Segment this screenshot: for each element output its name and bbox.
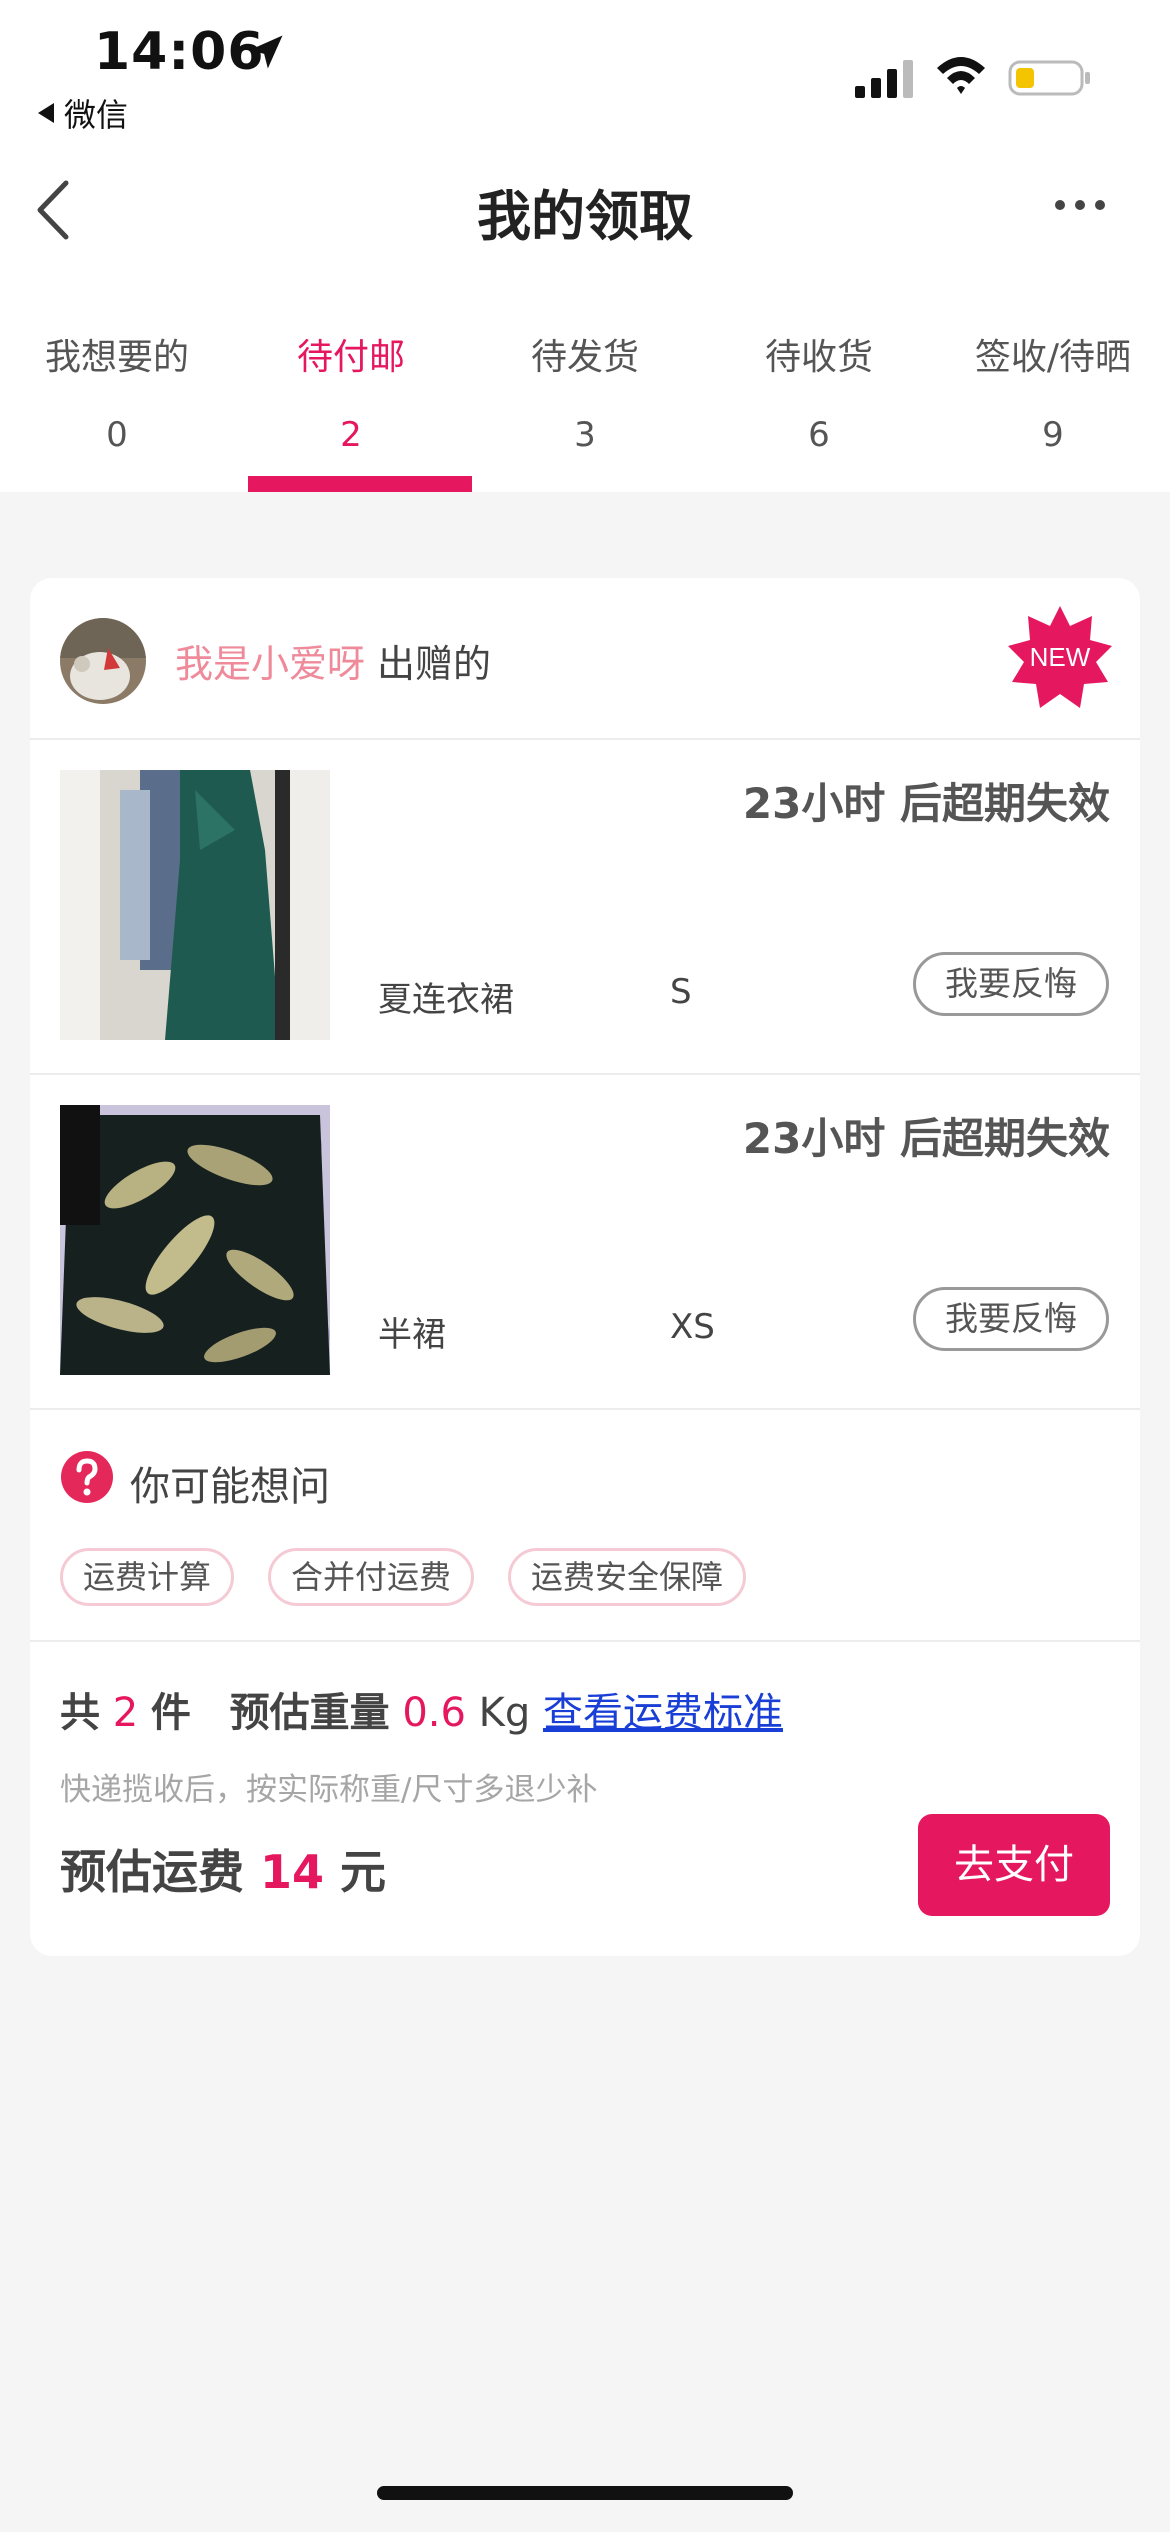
fee-label: 预估运费 <box>60 1845 244 1899</box>
wifi-icon <box>937 57 985 94</box>
count-prefix: 共 <box>60 1690 100 1736</box>
new-badge-icon: NEW <box>1008 606 1112 708</box>
order-card: 我是小爱呀 出赠的 NEW 23小时 后超期失效 夏连衣裙 S 我要反悔 23小… <box>30 578 1140 1956</box>
expire-countdown: 23小时 后超期失效 <box>742 779 1110 828</box>
payment-summary: 共 2 件 预估重量 0.6 Kg 查看运费标准 快递揽收后，按实际称重/尺寸多… <box>30 1642 1140 1956</box>
faq-tag-combined-shipping[interactable]: 合并付运费 <box>268 1548 475 1606</box>
item-name: 半裙 <box>378 1315 446 1355</box>
faq-tag-shipping-calc[interactable]: 运费计算 <box>60 1548 235 1606</box>
tab-label: 我想要的 <box>44 337 189 378</box>
shipping-standard-link[interactable]: 查看运费标准 <box>543 1690 783 1736</box>
tab-label: 签收/待晒 <box>974 337 1132 378</box>
back-triangle-icon <box>38 103 54 123</box>
status-tabs: 我想要的 0 待付邮 2 待发货 3 待收货 6 签收/待晒 9 <box>0 270 1170 492</box>
shipping-fee: 预估运费 14 元 <box>60 1836 386 1902</box>
location-arrow-icon <box>249 35 283 69</box>
regret-button[interactable]: 我要反悔 <box>913 952 1109 1016</box>
count-suffix: 件 <box>150 1690 191 1736</box>
tab-count: 0 <box>106 415 128 455</box>
item-size: S <box>670 972 692 1012</box>
more-options-icon[interactable] <box>1050 190 1110 220</box>
giver-header[interactable]: 我是小爱呀 出赠的 NEW <box>30 578 1140 740</box>
tab-count: 9 <box>1042 415 1064 455</box>
giver-name[interactable]: 我是小爱呀 <box>175 642 365 686</box>
order-item: 23小时 后超期失效 夏连衣裙 S 我要反悔 <box>30 740 1140 1075</box>
regret-button[interactable]: 我要反悔 <box>913 1287 1109 1351</box>
faq-title: 你可能想问 <box>130 1464 330 1510</box>
item-photo[interactable] <box>60 770 330 1040</box>
tab-label: 待付邮 <box>296 337 405 378</box>
giver-line: 我是小爱呀 出赠的 <box>175 633 491 688</box>
active-tab-indicator <box>248 476 472 492</box>
tab-label: 待发货 <box>530 337 639 378</box>
tab-count: 2 <box>340 415 362 455</box>
shipping-note: 快递揽收后，按实际称重/尺寸多退少补 <box>60 1772 598 1808</box>
new-badge-label: NEW <box>1030 642 1091 672</box>
back-app-label: 微信 <box>64 96 129 134</box>
faq-section: 你可能想问 运费计算 合并付运费 运费安全保障 <box>30 1410 1140 1642</box>
tab-signed-review[interactable]: 签收/待晒 9 <box>936 270 1170 492</box>
avatar[interactable] <box>60 618 146 704</box>
fee-unit: 元 <box>340 1845 387 1899</box>
pay-button[interactable]: 去支付 <box>918 1814 1110 1916</box>
page-title: 我的领取 <box>477 185 693 248</box>
item-name: 夏连衣裙 <box>378 980 514 1020</box>
battery-icon <box>1008 60 1090 96</box>
status-bar: 14:06 微信 <box>0 0 1170 150</box>
cellular-signal-icon <box>855 60 913 98</box>
question-icon <box>61 1451 113 1503</box>
item-count: 2 <box>112 1690 139 1736</box>
item-size: XS <box>670 1307 715 1347</box>
nav-bar: 我的领取 <box>0 150 1170 270</box>
tab-label: 待收货 <box>764 337 873 378</box>
fee-value: 14 <box>260 1845 325 1899</box>
tab-wanted[interactable]: 我想要的 0 <box>0 270 234 492</box>
tab-pending-postage[interactable]: 待付邮 2 <box>234 270 472 492</box>
home-indicator[interactable] <box>377 2486 793 2500</box>
weight-unit: Kg <box>478 1690 531 1736</box>
weight-label: 预估重量 <box>229 1690 390 1736</box>
summary-line: 共 2 件 预估重量 0.6 Kg 查看运费标准 <box>60 1680 783 1738</box>
expire-countdown: 23小时 后超期失效 <box>742 1114 1110 1163</box>
faq-tags: 运费计算 合并付运费 运费安全保障 <box>60 1548 747 1606</box>
weight-value: 0.6 <box>402 1690 466 1736</box>
tab-count: 3 <box>574 415 596 455</box>
tab-count: 6 <box>808 415 830 455</box>
tab-pending-receipt[interactable]: 待收货 6 <box>702 270 936 492</box>
tab-pending-shipment[interactable]: 待发货 3 <box>468 270 702 492</box>
back-to-app-link[interactable]: 微信 <box>38 90 128 136</box>
faq-tag-shipping-guarantee[interactable]: 运费安全保障 <box>508 1548 747 1606</box>
giver-suffix: 出赠的 <box>377 642 492 686</box>
item-photo[interactable] <box>60 1105 330 1375</box>
order-item: 23小时 后超期失效 半裙 XS 我要反悔 <box>30 1075 1140 1410</box>
status-time: 14:06 <box>94 22 265 82</box>
